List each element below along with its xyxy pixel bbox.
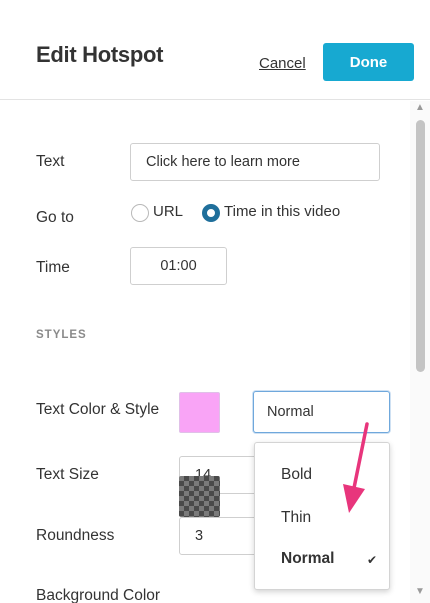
cancel-button[interactable]: Cancel — [259, 55, 306, 72]
text-style-select[interactable]: Normal — [253, 391, 390, 433]
url-radio-label: URL — [153, 203, 184, 220]
text-style-dropdown: Bold Thin Normal ✔ — [254, 442, 390, 590]
page-title: Edit Hotspot — [36, 42, 164, 67]
header-bar: Edit Hotspot Cancel Done — [0, 0, 430, 100]
text-label: Text — [36, 153, 65, 170]
time-label: Time — [36, 259, 70, 276]
scroll-down-icon[interactable]: ▼ — [413, 585, 427, 599]
roundness-label: Roundness — [36, 527, 115, 544]
done-button[interactable]: Done — [323, 43, 414, 81]
background-color-label: Background Color — [36, 587, 161, 603]
background-color-swatch[interactable] — [179, 476, 220, 517]
text-color-swatch[interactable] — [179, 392, 220, 433]
style-option-normal[interactable]: Normal — [281, 550, 334, 568]
styles-section-heading: STYLES — [36, 329, 87, 341]
check-icon: ✔ — [367, 553, 378, 567]
goto-label: Go to — [36, 209, 74, 226]
time-in-video-radio[interactable] — [202, 204, 220, 222]
text-size-label: Text Size — [36, 466, 99, 483]
style-option-thin[interactable]: Thin — [281, 509, 311, 527]
text-color-style-label: Text Color & Style — [36, 401, 160, 418]
scroll-up-icon[interactable]: ▲ — [413, 101, 427, 115]
url-radio[interactable] — [131, 204, 149, 222]
time-in-video-radio-label: Time in this video — [224, 203, 341, 220]
scrollbar-thumb[interactable] — [416, 120, 425, 372]
style-option-bold[interactable]: Bold — [281, 466, 312, 484]
text-input[interactable]: Click here to learn more — [130, 143, 380, 181]
time-input[interactable]: 01:00 — [130, 247, 227, 285]
